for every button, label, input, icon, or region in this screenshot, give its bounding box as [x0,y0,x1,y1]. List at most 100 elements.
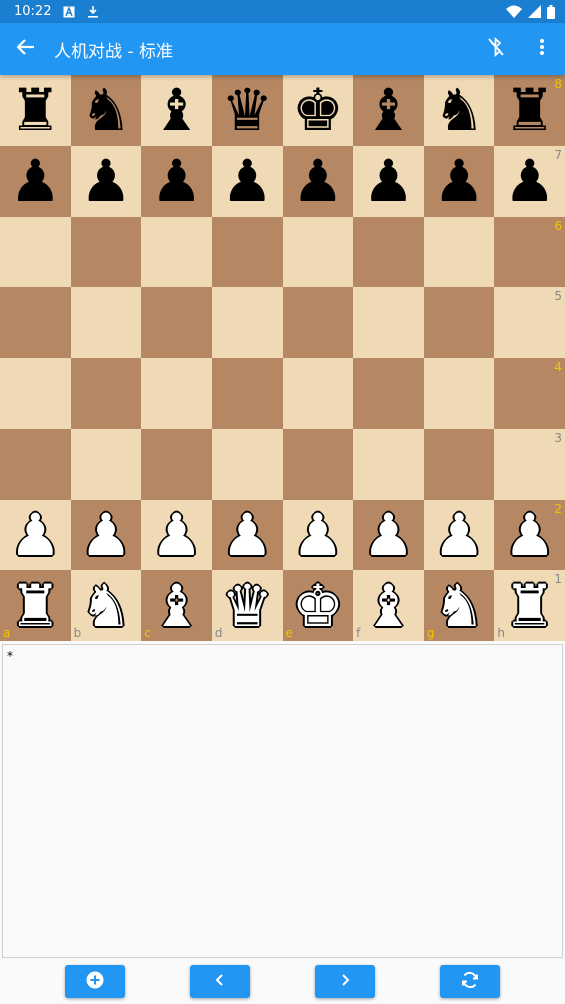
white-piece[interactable]: ♛ [221,577,273,635]
square-h3[interactable]: 3 [494,428,565,500]
square-g1[interactable]: ♞ g [423,570,495,641]
square-g5[interactable] [423,287,495,358]
square-e7[interactable]: ♟ [282,145,354,217]
square-h1[interactable]: ♜ 1 h [494,570,565,641]
black-piece[interactable]: ♝ [151,81,203,139]
square-d7[interactable]: ♟ [211,145,283,217]
black-piece[interactable]: ♛ [221,81,273,139]
black-piece[interactable]: ♝ [362,81,414,139]
square-g7[interactable]: ♟ [423,145,495,217]
square-c1[interactable]: ♝ c [141,570,212,641]
black-piece[interactable]: ♚ [292,81,344,139]
square-h8[interactable]: ♜ 8 [494,75,565,146]
white-piece[interactable]: ♞ [433,577,485,635]
square-b8[interactable]: ♞ [70,75,142,146]
square-b7[interactable]: ♟ [70,145,142,217]
square-a6[interactable] [0,216,71,288]
square-f6[interactable] [353,216,424,288]
square-c7[interactable]: ♟ [141,145,212,217]
next-move-button[interactable] [315,965,375,998]
bluetooth-button[interactable] [473,23,519,75]
square-d2[interactable]: ♟ [211,499,283,571]
square-a5[interactable] [0,287,71,358]
square-e5[interactable] [282,287,354,358]
square-a8[interactable]: ♜ [0,75,71,146]
white-piece[interactable]: ♟ [433,506,485,564]
white-piece[interactable]: ♟ [80,506,132,564]
black-piece[interactable]: ♟ [151,152,203,210]
black-piece[interactable]: ♟ [9,152,61,210]
black-piece[interactable]: ♟ [292,152,344,210]
square-a3[interactable] [0,428,71,500]
black-piece[interactable]: ♜ [504,81,556,139]
white-piece[interactable]: ♟ [9,506,61,564]
square-d4[interactable] [211,358,283,429]
square-h5[interactable]: 5 [494,287,565,358]
square-a2[interactable]: ♟ [0,499,71,571]
black-piece[interactable]: ♜ [9,81,61,139]
square-c3[interactable] [141,428,212,500]
square-d3[interactable] [211,428,283,500]
square-d5[interactable] [211,287,283,358]
black-piece[interactable]: ♞ [80,81,132,139]
white-piece[interactable]: ♝ [362,577,414,635]
black-piece[interactable]: ♟ [433,152,485,210]
square-f5[interactable] [353,287,424,358]
black-piece[interactable]: ♞ [433,81,485,139]
square-f4[interactable] [353,358,424,429]
previous-move-button[interactable] [190,965,250,998]
white-piece[interactable]: ♟ [362,506,414,564]
square-g3[interactable] [423,428,495,500]
square-f3[interactable] [353,428,424,500]
square-d8[interactable]: ♛ [211,75,283,146]
square-h4[interactable]: 4 [494,358,565,429]
square-g6[interactable] [423,216,495,288]
white-piece[interactable]: ♜ [504,577,556,635]
white-piece[interactable]: ♜ [9,577,61,635]
square-f2[interactable]: ♟ [353,499,424,571]
white-piece[interactable]: ♞ [80,577,132,635]
more-options-button[interactable] [519,23,565,75]
move-list-panel[interactable]: * [2,644,563,958]
square-b5[interactable] [70,287,142,358]
square-b6[interactable] [70,216,142,288]
flip-board-button[interactable] [440,965,500,998]
square-c6[interactable] [141,216,212,288]
square-e3[interactable] [282,428,354,500]
square-e4[interactable] [282,358,354,429]
square-b4[interactable] [70,358,142,429]
square-e8[interactable]: ♚ [282,75,354,146]
new-game-button[interactable] [65,965,125,998]
white-piece[interactable]: ♟ [151,506,203,564]
square-f7[interactable]: ♟ [353,145,424,217]
square-c2[interactable]: ♟ [141,499,212,571]
square-g2[interactable]: ♟ [423,499,495,571]
square-c4[interactable] [141,358,212,429]
chess-board[interactable]: ♜ ♞ ♝ ♛ ♚ ♝ ♞ ♜ 8 ♟ ♟ ♟ ♟ ♟ ♟ ♟ ♟ 7 6 5 4 3 ♟ ♟ ♟ ♟ ♟ ♟ ♟ ♟ 2 ♜ a ♞ b ♝ c ♛ d ♚… [0,75,565,641]
black-piece[interactable]: ♟ [221,152,273,210]
white-piece[interactable]: ♟ [504,506,556,564]
square-a1[interactable]: ♜ a [0,570,71,641]
white-piece[interactable]: ♝ [151,577,203,635]
square-f1[interactable]: ♝ f [353,570,424,641]
square-c5[interactable] [141,287,212,358]
square-b3[interactable] [70,428,142,500]
square-b2[interactable]: ♟ [70,499,142,571]
square-c8[interactable]: ♝ [141,75,212,146]
square-b1[interactable]: ♞ b [70,570,142,641]
white-piece[interactable]: ♚ [292,577,344,635]
black-piece[interactable]: ♟ [362,152,414,210]
square-h6[interactable]: 6 [494,216,565,288]
square-d1[interactable]: ♛ d [211,570,283,641]
square-d6[interactable] [211,216,283,288]
square-g8[interactable]: ♞ [423,75,495,146]
back-button[interactable] [0,23,52,75]
square-g4[interactable] [423,358,495,429]
square-f8[interactable]: ♝ [353,75,424,146]
square-a4[interactable] [0,358,71,429]
white-piece[interactable]: ♟ [221,506,273,564]
square-h2[interactable]: ♟ 2 [494,499,565,571]
square-e2[interactable]: ♟ [282,499,354,571]
black-piece[interactable]: ♟ [504,152,556,210]
square-e6[interactable] [282,216,354,288]
